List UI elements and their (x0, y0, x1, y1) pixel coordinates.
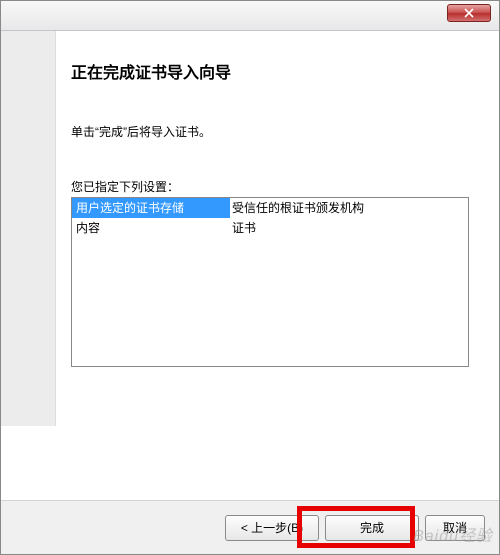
list-item-key: 用户选定的证书存储 (72, 198, 230, 218)
close-button[interactable] (447, 4, 491, 22)
dialog-window: 正在完成证书导入向导 单击“完成”后将导入证书。 您已指定下列设置： 用户选定的… (0, 0, 500, 555)
button-bar: < 上一步(B) 完成 取消 (1, 500, 499, 554)
cancel-button[interactable]: 取消 (425, 515, 485, 541)
wizard-heading: 正在完成证书导入向导 (71, 59, 477, 83)
list-item-value: 证书 (230, 218, 468, 238)
list-item-value: 受信任的根证书颁发机构 (230, 198, 468, 218)
wizard-content: 正在完成证书导入向导 单击“完成”后将导入证书。 您已指定下列设置： 用户选定的… (1, 31, 499, 501)
back-button[interactable]: < 上一步(B) (225, 515, 319, 541)
list-item-key: 内容 (72, 218, 230, 238)
close-icon (464, 8, 474, 18)
list-item[interactable]: 用户选定的证书存储 受信任的根证书颁发机构 (72, 198, 468, 218)
settings-caption: 您已指定下列设置： (71, 178, 477, 195)
titlebar (1, 1, 499, 31)
list-item[interactable]: 内容 证书 (72, 218, 468, 238)
finish-button[interactable]: 完成 (325, 515, 419, 541)
wizard-instruction: 单击“完成”后将导入证书。 (71, 123, 477, 140)
settings-list: 用户选定的证书存储 受信任的根证书颁发机构 内容 证书 (71, 197, 469, 367)
